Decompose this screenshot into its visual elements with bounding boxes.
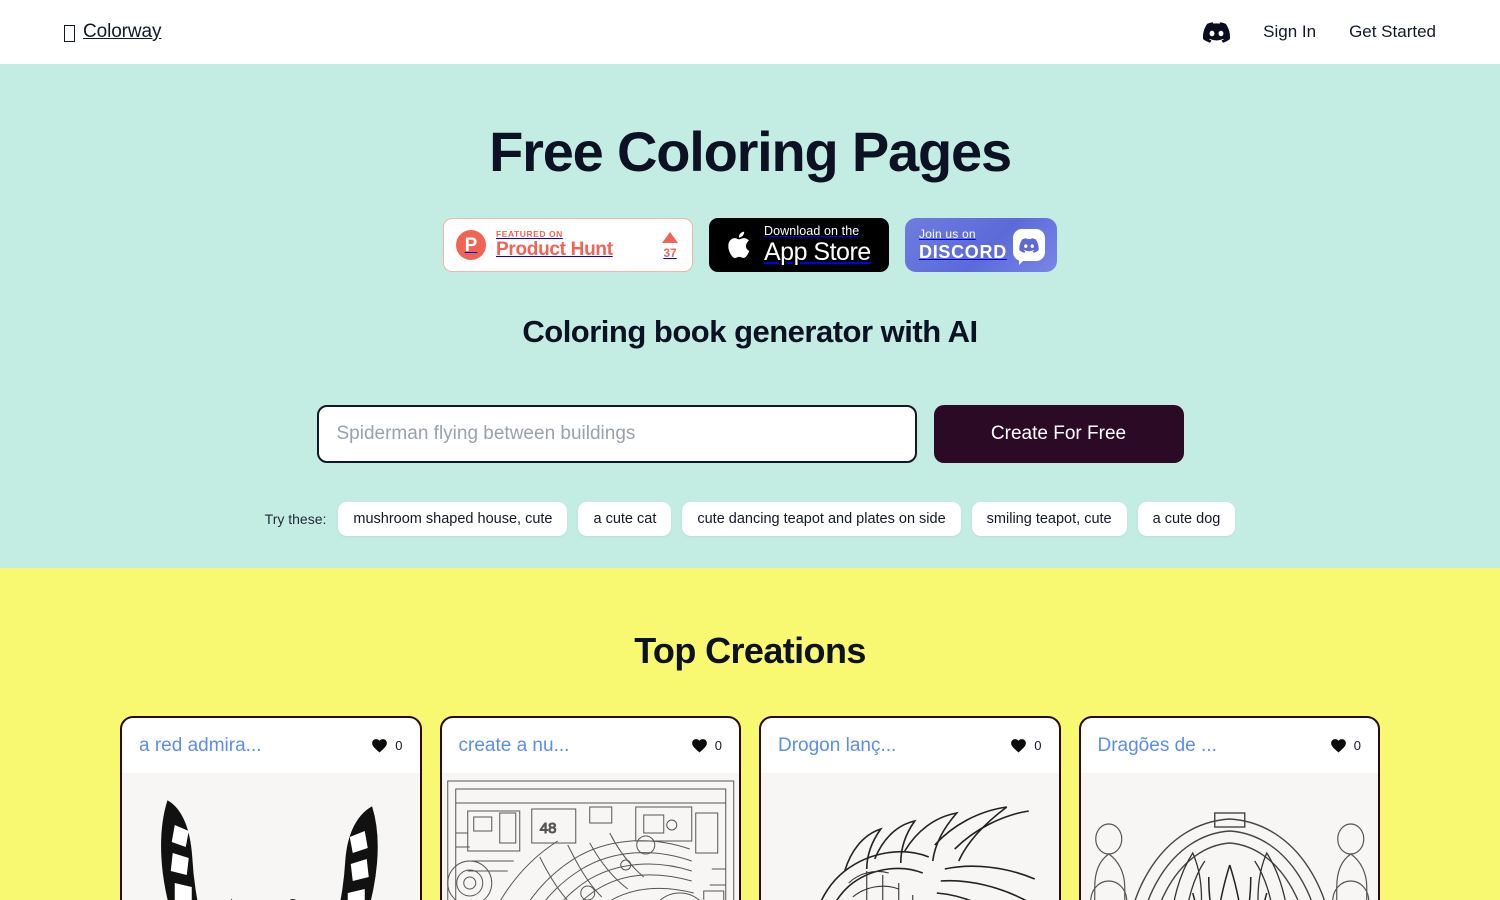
product-hunt-featured-label: FEATURED ON xyxy=(496,228,563,239)
navbar: Colorway Sign In Get Started xyxy=(0,0,1500,64)
like-count: 0 xyxy=(1034,738,1042,753)
card-image-dragon-head xyxy=(761,773,1059,900)
app-store-badge[interactable]: Download on the App Store xyxy=(709,218,889,272)
creation-card[interactable]: Dragões de ... 0 xyxy=(1078,716,1380,900)
product-hunt-badge[interactable]: P FEATURED ON Product Hunt 37 xyxy=(443,218,693,272)
suggestion-chip-2[interactable]: a cute cat xyxy=(578,502,672,536)
app-store-small-label: Download on the xyxy=(764,224,860,239)
app-store-text: Download on the App Store xyxy=(764,225,871,265)
card-title[interactable]: Drogon lanç... xyxy=(778,735,896,757)
card-header: a red admira... 0 xyxy=(122,718,420,773)
suggestion-chip-1[interactable]: mushroom shaped house, cute xyxy=(338,502,568,536)
dragon-head-lineart xyxy=(820,806,1036,900)
card-likes[interactable]: 0 xyxy=(1011,738,1042,753)
creation-card-grid: a red admira... 0 create a nu... 0 48 Dr… xyxy=(120,716,1380,900)
suggestion-chip-3[interactable]: cute dancing teapot and plates on side xyxy=(682,502,961,536)
section-title: Top Creations xyxy=(634,630,866,671)
prompt-input[interactable] xyxy=(316,405,917,463)
discord-badge-text: Join us on DISCORD xyxy=(919,228,1007,261)
product-hunt-name: Product Hunt xyxy=(496,239,613,261)
suggestion-chip-4[interactable]: smiling teapot, cute xyxy=(971,502,1127,536)
card-header: Dragões de ... 0 xyxy=(1081,718,1379,773)
heart-icon xyxy=(1330,738,1346,752)
upvote-count: 37 xyxy=(663,245,677,260)
like-count: 0 xyxy=(395,738,403,753)
product-hunt-text: FEATURED ON Product Hunt xyxy=(496,228,613,261)
app-store-big-label: App Store xyxy=(764,237,871,266)
prompt-form: Create For Free xyxy=(316,405,1184,463)
creation-card[interactable]: create a nu... 0 48 xyxy=(439,716,741,900)
card-title[interactable]: Dragões de ... xyxy=(1098,735,1217,757)
product-hunt-upvote: 37 xyxy=(662,231,678,260)
card-header: create a nu... 0 xyxy=(442,718,740,773)
card-image-machinery: 48 xyxy=(441,773,739,900)
heart-icon xyxy=(372,738,388,752)
brand-logo[interactable]: Colorway xyxy=(64,21,162,43)
suggestions-row: Try these: mushroom shaped house, cute a… xyxy=(265,502,1236,536)
card-likes[interactable]: 0 xyxy=(1330,738,1361,753)
card-image-dragon-arch xyxy=(1080,773,1378,900)
product-hunt-icon: P xyxy=(456,230,486,260)
card-likes[interactable]: 0 xyxy=(691,738,722,753)
page-root: Colorway Sign In Get Started Free Colori… xyxy=(0,0,1500,900)
hero-section: Free Coloring Pages P FEATURED ON Produc… xyxy=(0,64,1500,568)
machinery-lineart: 48 xyxy=(446,780,734,900)
discord-icon xyxy=(1203,21,1231,43)
like-count: 0 xyxy=(714,738,722,753)
try-these-label: Try these: xyxy=(264,511,327,527)
page-title: Free Coloring Pages xyxy=(489,120,1012,183)
butterfly-lineart xyxy=(161,800,378,900)
navbar-actions: Sign In Get Started xyxy=(1203,21,1436,43)
heart-icon xyxy=(691,738,707,752)
like-count: 0 xyxy=(1353,738,1361,753)
card-image-butterfly xyxy=(122,773,420,900)
discord-icon xyxy=(1019,237,1039,253)
creation-card[interactable]: a red admira... 0 xyxy=(120,716,422,900)
get-started-link[interactable]: Get Started xyxy=(1349,22,1436,42)
brand-name: Colorway xyxy=(83,21,162,42)
upvote-arrow-icon xyxy=(662,231,678,243)
hero-subtitle: Coloring book generator with AI xyxy=(522,314,978,349)
card-title[interactable]: a red admira... xyxy=(139,735,262,757)
card-header: Drogon lanç... 0 xyxy=(761,718,1059,773)
discord-bubble xyxy=(1013,229,1045,265)
discord-big-label: DISCORD xyxy=(919,241,1007,262)
dragon-arch-lineart xyxy=(1089,812,1369,900)
card-title[interactable]: create a nu... xyxy=(459,735,570,757)
discord-link[interactable] xyxy=(1203,21,1231,43)
brand-glyph-icon xyxy=(64,24,75,42)
svg-text:48: 48 xyxy=(539,820,556,837)
discord-badge[interactable]: Join us on DISCORD xyxy=(905,218,1057,272)
apple-icon xyxy=(728,231,750,259)
sign-in-link[interactable]: Sign In xyxy=(1263,22,1316,42)
heart-icon xyxy=(1011,738,1027,752)
creation-card[interactable]: Drogon lanç... 0 xyxy=(759,716,1061,900)
top-creations-section: Top Creations a red admira... 0 create a… xyxy=(0,568,1500,900)
discord-small-label: Join us on xyxy=(919,227,976,242)
card-likes[interactable]: 0 xyxy=(372,738,403,753)
create-for-free-button[interactable]: Create For Free xyxy=(933,405,1184,463)
suggestion-chip-5[interactable]: a cute dog xyxy=(1137,502,1236,536)
badge-row: P FEATURED ON Product Hunt 37 Download o… xyxy=(443,218,1057,272)
